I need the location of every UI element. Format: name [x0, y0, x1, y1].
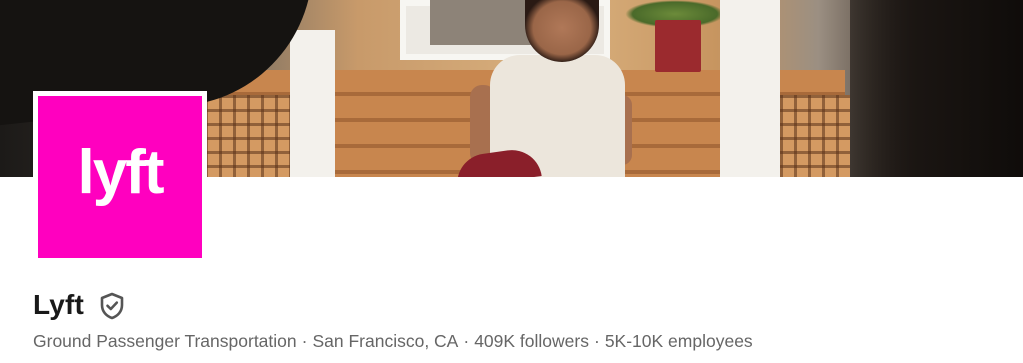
lyft-wordmark-logo: lyft	[78, 138, 166, 207]
cover-foreground-shadow-right	[850, 0, 1023, 177]
meta-separator: ·	[593, 331, 600, 351]
company-meta-line: Ground Passenger Transportation · San Fr…	[33, 330, 753, 352]
meta-separator: ·	[301, 331, 308, 351]
cover-post-right	[720, 0, 780, 177]
cover-lattice-right	[780, 95, 850, 177]
meta-separator: ·	[463, 331, 470, 351]
company-followers[interactable]: 409K followers	[474, 330, 589, 352]
cover-post-left	[290, 30, 335, 177]
verified-shield-icon[interactable]	[99, 292, 125, 320]
company-industry: Ground Passenger Transportation	[33, 331, 297, 351]
company-name: Lyft	[33, 289, 85, 320]
company-employees[interactable]: 5K-10K employees	[605, 330, 753, 352]
lyft-logo-tile: lyft	[38, 96, 202, 258]
cover-lattice-left	[205, 95, 290, 177]
company-location: San Francisco, CA	[312, 331, 459, 351]
company-logo[interactable]: lyft	[33, 91, 207, 263]
cover-flower-pot	[655, 20, 701, 72]
logo-wordmark-text: lyft	[78, 138, 164, 207]
